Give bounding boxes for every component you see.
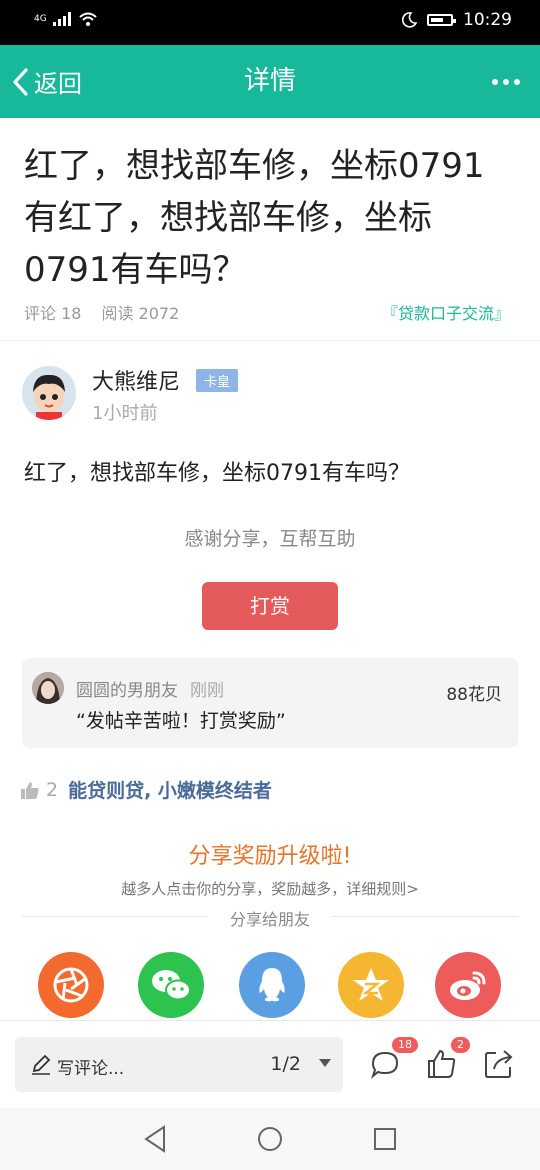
rewarder-name[interactable]: 圆圆的男朋友 [76, 676, 178, 701]
read-count: 阅读 2072 [101, 304, 180, 323]
top-nav-bar: 返回 详情 [0, 45, 540, 118]
thanks-text: 感谢分享，互帮互助 [184, 528, 356, 550]
likes-row: 2 能贷则贷, 小嫩模终结者 [20, 776, 272, 803]
thumbs-up-outline-icon [428, 1049, 456, 1078]
home-circle-icon[interactable] [256, 1124, 284, 1154]
status-bar: 4G 10:29 [0, 0, 540, 45]
back-label: 返回 [34, 70, 82, 98]
author-avatar[interactable] [22, 366, 76, 420]
share-button[interactable] [482, 1047, 516, 1081]
reward-amount: 88花贝 [446, 685, 502, 705]
reward-button[interactable]: 打赏 [202, 582, 338, 630]
cartoon-avatar-icon [22, 366, 76, 420]
post-body: 红了，想找部车修，坐标0791有车吗？ [24, 461, 410, 486]
network-label: 4G [34, 14, 47, 24]
reward-record: 圆圆的男朋友 刚刚 88花贝 “发帖辛苦啦！打赏奖励” [22, 658, 518, 748]
qq-icon[interactable] [239, 952, 305, 1018]
pencil-icon [32, 1054, 51, 1075]
comment-input[interactable]: 写评论... 1/2 [15, 1037, 343, 1092]
more-dots-icon [492, 78, 498, 85]
share-arrow-icon [485, 1050, 513, 1078]
signal-icon [52, 12, 71, 26]
bottom-action-bar: 写评论... 1/2 18 2 [0, 1020, 540, 1109]
like-button[interactable]: 2 [425, 1037, 470, 1081]
author-badge: 卡皇 [196, 369, 239, 392]
comments-badge: 18 [392, 1037, 418, 1053]
recents-square-icon[interactable] [372, 1124, 398, 1154]
photo-avatar-icon [32, 672, 64, 704]
reward-message: “发帖辛苦啦！打赏奖励” [76, 710, 286, 732]
author-name[interactable]: 大熊维尼 [92, 364, 180, 396]
liker-names[interactable]: 能贷则贷, 小嫩模终结者 [68, 776, 272, 803]
post-meta: 评论 18 阅读 2072 [24, 300, 179, 324]
system-navigation-bar [0, 1108, 540, 1170]
share-divider-label: 分享给朋友 [229, 910, 310, 929]
clock: 10:29 [463, 10, 512, 30]
chevron-down-icon[interactable] [319, 1059, 331, 1067]
post-title: 红了，想找部车修，坐标0791有红了，想找部车修，坐标0791有车吗？ [24, 146, 485, 290]
chevron-left-icon [13, 67, 28, 96]
share-headline: 分享奖励升级啦! [188, 844, 352, 869]
do-not-disturb-icon [401, 12, 417, 28]
wifi-icon [79, 12, 97, 26]
more-menu-button[interactable] [492, 45, 520, 118]
share-targets [0, 952, 540, 1020]
qzone-icon[interactable] [338, 952, 404, 1018]
battery-icon [427, 14, 456, 26]
page-indicator[interactable]: 1/2 [270, 1053, 301, 1075]
likes-badge: 2 [451, 1037, 470, 1053]
divider [0, 340, 540, 341]
rewarder-avatar[interactable] [32, 672, 64, 704]
back-triangle-icon[interactable] [142, 1124, 168, 1154]
weibo-icon[interactable] [435, 952, 501, 1018]
like-count: 2 [46, 778, 59, 801]
share-rules-link[interactable]: 越多人点击你的分享，奖励越多，详细规则> [0, 878, 540, 899]
comment-count: 评论 18 [24, 304, 82, 323]
comments-button[interactable]: 18 [368, 1037, 418, 1081]
share-divider: 分享给朋友 [22, 906, 518, 929]
category-link[interactable]: 『贷款口子交流』 [382, 300, 510, 324]
comment-placeholder: 写评论... [57, 1059, 125, 1079]
reward-time: 刚刚 [190, 681, 224, 701]
moments-icon[interactable] [38, 952, 104, 1018]
post-time: 1小时前 [92, 403, 158, 424]
thumbs-up-icon[interactable] [20, 780, 40, 800]
wechat-icon[interactable] [138, 952, 204, 1018]
back-button[interactable]: 返回 [10, 45, 82, 118]
